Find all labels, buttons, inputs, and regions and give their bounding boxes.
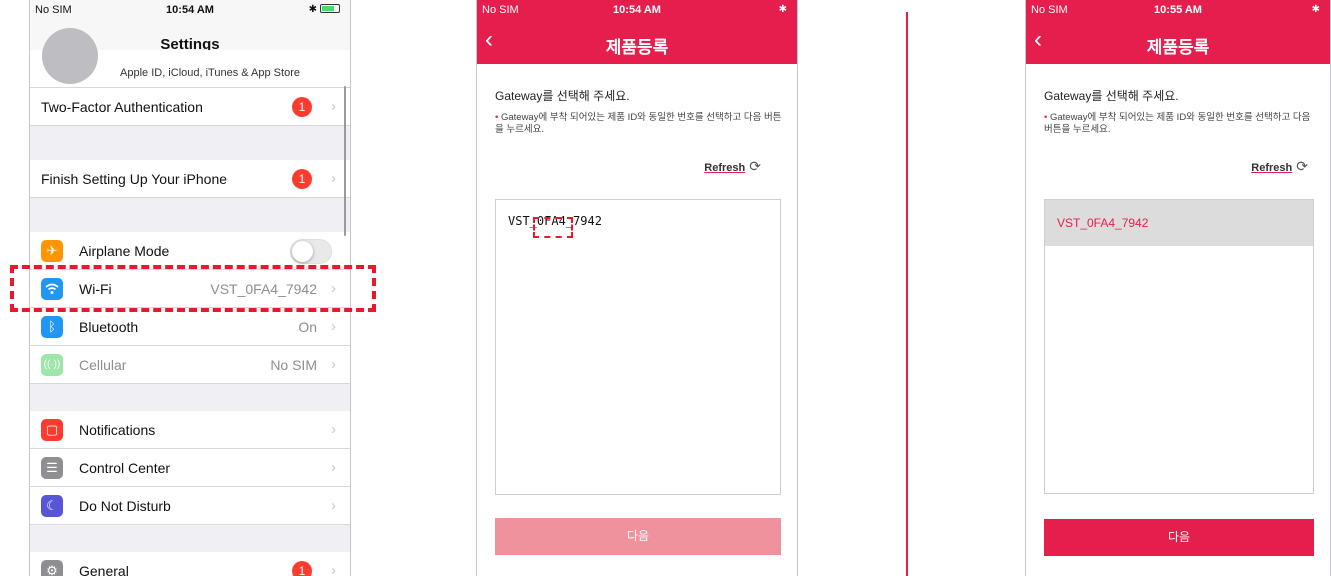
page-title: 제품등록 xyxy=(605,38,669,57)
refresh-icon: ⟳ xyxy=(1296,158,1308,174)
status-bar: No SIM 10:55 AM ✱ xyxy=(1026,0,1330,20)
next-button[interactable]: 다음 xyxy=(1044,519,1314,556)
notification-badge: 1 xyxy=(292,169,312,189)
general-label: General xyxy=(79,563,129,576)
instruction-note: • Gateway에 부착 되어있는 제품 ID와 동일한 번호를 선택하고 다… xyxy=(1044,112,1311,135)
clock: 10:55 AM xyxy=(1154,4,1202,16)
avatar xyxy=(42,28,98,84)
apple-id-subtitle: Apple ID, iCloud, iTunes & App Store xyxy=(120,67,300,79)
moon-icon: ☾ xyxy=(41,495,63,517)
clock: 10:54 AM xyxy=(613,4,661,16)
two-factor-label: Two-Factor Authentication xyxy=(41,99,203,115)
airplane-icon: ✈ xyxy=(41,240,63,262)
general-row[interactable]: ⚙ General 1 › xyxy=(30,552,350,576)
cellular-row[interactable]: ((·)) Cellular No SIM › xyxy=(30,346,350,384)
battery-icon: ✱ xyxy=(778,4,787,15)
chevron-right-icon: › xyxy=(331,497,336,514)
wifi-highlight-annotation xyxy=(10,265,376,312)
chevron-right-icon: › xyxy=(331,459,336,476)
chevron-right-icon: › xyxy=(331,421,336,438)
control-center-icon: ☰ xyxy=(41,457,63,479)
airplane-mode-label: Airplane Mode xyxy=(79,243,170,259)
next-button[interactable]: 다음 xyxy=(495,518,781,555)
clock: 10:54 AM xyxy=(166,4,214,16)
chevron-right-icon: › xyxy=(331,356,336,373)
bluetooth-value: On xyxy=(298,319,317,335)
instruction-heading: Gateway를 선택해 주세요. xyxy=(1044,89,1179,103)
gateway-select-screen-unselected: No SIM 10:54 AM ✱ ‹ 제품등록 Gateway를 선택해 주세… xyxy=(476,0,798,576)
panel-divider xyxy=(906,12,908,576)
refresh-icon: ⟳ xyxy=(749,158,761,174)
notifications-row[interactable]: ▢ Notifications › xyxy=(30,411,350,449)
bluetooth-icon: ᛒ xyxy=(41,316,63,338)
gateway-list: VST_0FA4_7942 xyxy=(495,199,781,495)
refresh-label: Refresh xyxy=(704,162,746,174)
chevron-right-icon: › xyxy=(331,170,336,187)
control-center-row[interactable]: ☰ Control Center › xyxy=(30,449,350,487)
chevron-right-icon: › xyxy=(331,562,336,576)
cellular-value: No SIM xyxy=(270,357,317,373)
airplane-mode-toggle[interactable] xyxy=(290,239,332,264)
bluetooth-row[interactable]: ᛒ Bluetooth On › xyxy=(30,308,350,346)
apple-id-row[interactable]: Apple ID, iCloud, iTunes & App Store xyxy=(30,28,350,88)
chevron-right-icon: › xyxy=(331,98,336,115)
do-not-disturb-label: Do Not Disturb xyxy=(79,498,171,514)
battery-icon: ✱ xyxy=(309,4,340,15)
finish-setup-row[interactable]: Finish Setting Up Your iPhone 1 › xyxy=(30,160,350,198)
notifications-label: Notifications xyxy=(79,422,156,438)
notification-badge: 1 xyxy=(292,97,312,117)
refresh-button[interactable]: Refresh ⟳ xyxy=(1251,158,1308,175)
finish-setup-label: Finish Setting Up Your iPhone xyxy=(41,171,228,187)
gear-icon: ⚙ xyxy=(41,560,63,576)
bluetooth-label: Bluetooth xyxy=(79,319,139,335)
notification-badge: 1 xyxy=(292,561,312,576)
refresh-label: Refresh xyxy=(1251,162,1293,174)
gateway-select-screen-selected: No SIM 10:55 AM ✱ ‹ 제품등록 Gateway를 선택해 주세… xyxy=(1025,0,1331,576)
nav-bar: ‹ 제품등록 xyxy=(1026,20,1330,64)
cellular-label: Cellular xyxy=(79,357,127,373)
status-bar: No SIM 10:54 AM ✱ xyxy=(477,0,797,20)
gateway-list: VST_0FA4_7942 xyxy=(1044,199,1314,494)
control-center-label: Control Center xyxy=(79,460,171,476)
cellular-icon: ((·)) xyxy=(41,354,63,376)
refresh-button[interactable]: Refresh ⟳ xyxy=(704,158,761,175)
nav-bar: ‹ 제품등록 xyxy=(477,20,797,64)
instruction-note: • Gateway에 부착 되어있는 제품 ID와 동일한 번호를 선택하고 다… xyxy=(495,112,782,135)
notifications-icon: ▢ xyxy=(41,419,63,441)
status-bar: No SIM 10:54 AM ✱ xyxy=(30,0,350,20)
gateway-list-item-selected[interactable]: VST_0FA4_7942 xyxy=(1045,200,1313,246)
page-title: 제품등록 xyxy=(1146,38,1210,57)
do-not-disturb-row[interactable]: ☾ Do Not Disturb › xyxy=(30,487,350,525)
id-highlight-annotation xyxy=(533,217,573,238)
chevron-right-icon: › xyxy=(331,318,336,335)
two-factor-row[interactable]: Two-Factor Authentication 1 › xyxy=(30,88,350,126)
settings-list: Apple ID, iCloud, iTunes & App Store Two… xyxy=(30,28,350,576)
battery-icon: ✱ xyxy=(1311,4,1320,15)
instruction-heading: Gateway를 선택해 주세요. xyxy=(495,89,630,103)
scroll-indicator[interactable] xyxy=(343,86,346,236)
